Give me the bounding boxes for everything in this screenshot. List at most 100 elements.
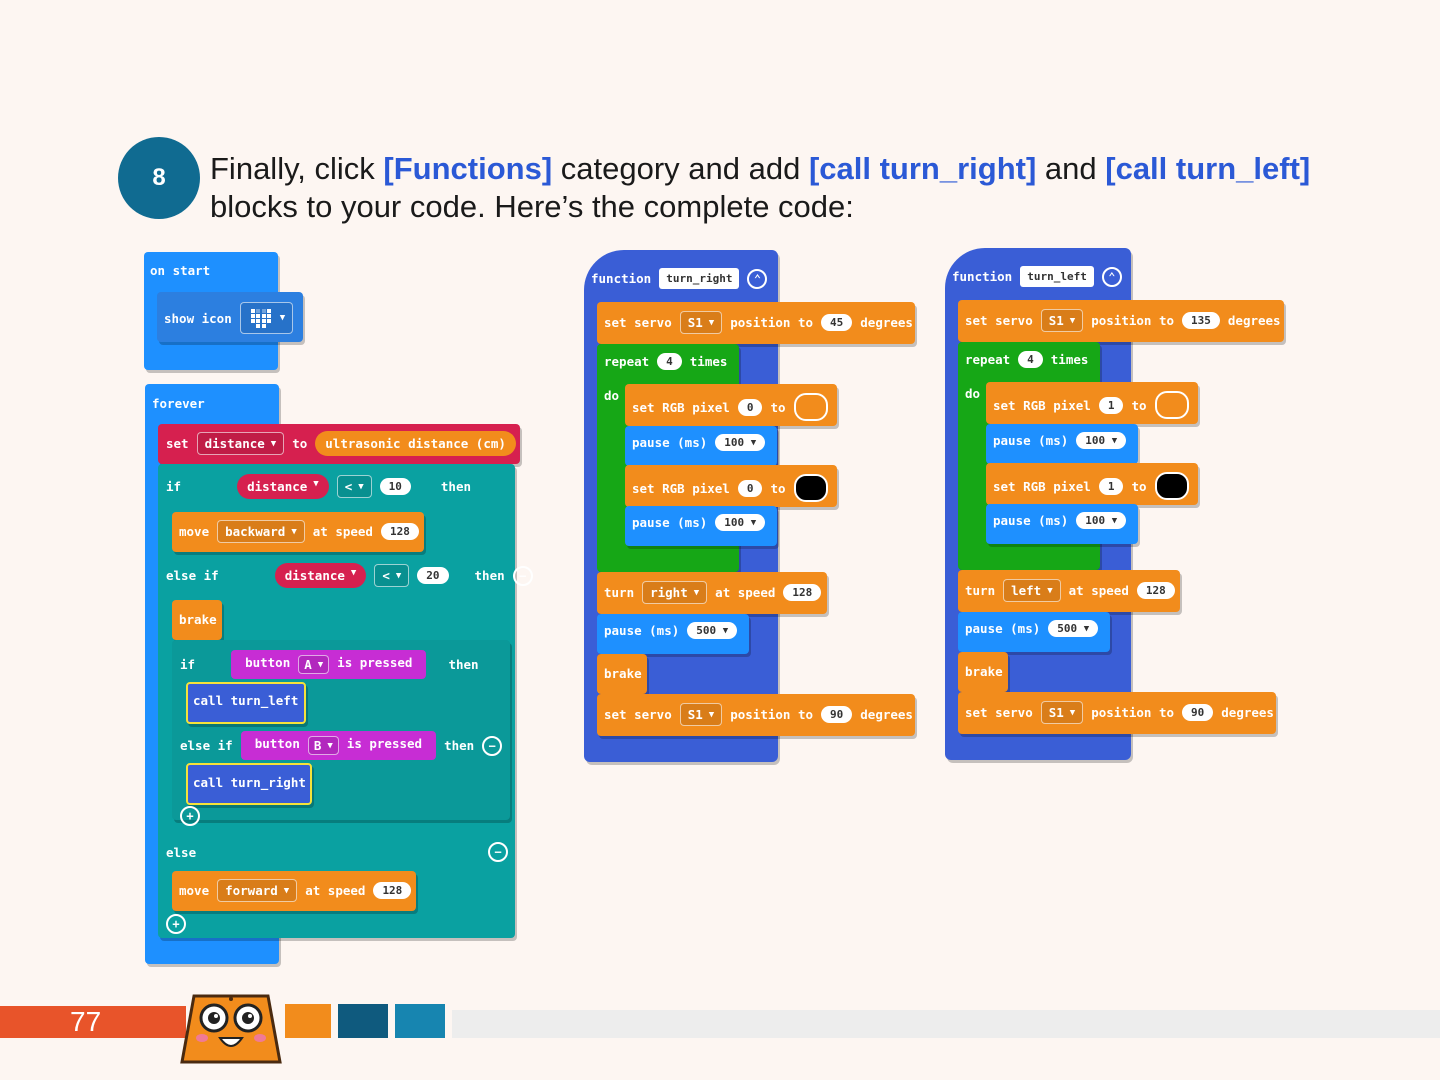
pause-dropdown[interactable]: 100 ▼: [1076, 512, 1127, 529]
move-label: move: [179, 883, 210, 898]
color-swatch-orange[interactable]: [793, 393, 828, 421]
direction-dropdown[interactable]: right ▼: [642, 581, 708, 604]
if-label: if: [180, 657, 196, 672]
chevron-down-icon: ▼: [1069, 315, 1076, 326]
then-label: then: [444, 738, 475, 753]
chevron-down-icon: ▼: [1111, 515, 1118, 526]
collapse-icon[interactable]: ⌃: [747, 268, 768, 289]
else-label: else: [166, 844, 197, 860]
robot-mascot-icon: [180, 994, 282, 1064]
instruction-part: category and add: [552, 151, 809, 186]
pixel-index[interactable]: 1: [1098, 396, 1124, 414]
chevron-down-icon: ▼: [708, 709, 715, 720]
to-label: to: [292, 436, 308, 451]
operator-dropdown[interactable]: < ▼: [374, 564, 410, 587]
position-value[interactable]: 90: [821, 706, 853, 723]
call-turn-left-label: call turn_left: [193, 693, 299, 708]
servo-dropdown[interactable]: S1 ▼: [679, 703, 723, 726]
instruction-part: Finally, click: [210, 151, 384, 186]
show-icon-label: show icon: [164, 310, 232, 326]
plus-icon[interactable]: +: [180, 806, 200, 826]
else-if-label: else if: [180, 738, 233, 753]
operator-dropdown[interactable]: < ▼: [336, 475, 372, 498]
chevron-down-icon: ▼: [1047, 585, 1053, 596]
chevron-down-icon: ▼: [279, 313, 286, 323]
function-name-field[interactable]: turn_left: [1020, 266, 1094, 287]
servo-dropdown[interactable]: S1 ▼: [1040, 309, 1084, 332]
threshold-20[interactable]: 20: [417, 567, 449, 584]
chevron-down-icon: ▼: [722, 625, 729, 636]
function-label: function: [591, 271, 652, 286]
pixel-index[interactable]: 0: [737, 479, 763, 497]
position-value[interactable]: 135: [1182, 312, 1220, 329]
color-swatch-black[interactable]: [793, 474, 828, 502]
chevron-down-icon: ▼: [1069, 707, 1076, 718]
minus-icon[interactable]: −: [512, 565, 533, 586]
button-a-pressed[interactable]: button A ▼ is pressed: [231, 650, 427, 679]
direction-dropdown[interactable]: backward ▼: [217, 520, 305, 543]
plus-icon[interactable]: +: [166, 914, 186, 934]
distance-variable[interactable]: distance ▼: [237, 474, 329, 499]
position-value[interactable]: 90: [1182, 704, 1214, 721]
then-label: then: [448, 657, 479, 672]
chevron-down-icon: ▼: [350, 568, 357, 578]
heart-icon: [250, 309, 271, 328]
pause-dropdown[interactable]: 500 ▼: [687, 622, 738, 639]
direction-dropdown[interactable]: left ▼: [1003, 579, 1061, 602]
speed-value[interactable]: 128: [373, 882, 412, 899]
at-speed-label: at speed: [312, 524, 373, 539]
threshold-10[interactable]: 10: [379, 478, 411, 495]
brake-label: brake: [965, 664, 1003, 679]
function-name-field[interactable]: turn_right: [659, 268, 740, 289]
speed-value[interactable]: 128: [783, 584, 822, 601]
distance-variable[interactable]: distance ▼: [274, 563, 367, 588]
pixel-index[interactable]: 1: [1098, 477, 1124, 495]
pause-dropdown[interactable]: 500 ▼: [1048, 620, 1099, 637]
icon-dropdown[interactable]: ▼: [239, 302, 294, 334]
chevron-down-icon: ▼: [750, 517, 757, 528]
servo-dropdown[interactable]: S1 ▼: [1040, 701, 1084, 724]
footer-orange-square: [285, 1004, 331, 1038]
step-number-badge: 8: [118, 137, 200, 219]
pause-dropdown[interactable]: 100 ▼: [1076, 432, 1127, 449]
ultrasonic-sensor-block[interactable]: ultrasonic distance (cm): [315, 431, 516, 456]
position-value[interactable]: 45: [821, 314, 853, 331]
pixel-index[interactable]: 0: [737, 398, 763, 416]
if-label: if: [166, 479, 182, 494]
footer-blue-square: [395, 1004, 445, 1038]
instruction-text: Finally, click [Functions] category and …: [210, 150, 1390, 226]
chevron-down-icon: ▼: [750, 437, 757, 448]
speed-value[interactable]: 128: [380, 523, 419, 540]
call-turn-right-label: call turn_right: [193, 775, 306, 790]
chevron-down-icon: ▼: [291, 526, 297, 537]
pause-dropdown[interactable]: 100 ▼: [715, 514, 766, 531]
instruction-part: and: [1036, 151, 1106, 186]
color-swatch-orange[interactable]: [1154, 391, 1189, 419]
then-label: then: [440, 479, 472, 494]
color-swatch-black[interactable]: [1154, 472, 1189, 500]
chevron-down-icon: ▼: [358, 481, 364, 492]
repeat-count[interactable]: 4: [1018, 351, 1043, 368]
speed-value[interactable]: 128: [1136, 582, 1175, 599]
minus-icon[interactable]: −: [488, 842, 508, 862]
servo-dropdown[interactable]: S1 ▼: [679, 311, 723, 334]
variable-dropdown[interactable]: distance ▼: [196, 432, 285, 455]
chevron-down-icon: ▼: [317, 659, 324, 670]
page-number: 77: [70, 1006, 102, 1037]
then-label: then: [474, 568, 505, 583]
brake-label: brake: [604, 666, 642, 681]
direction-dropdown[interactable]: forward ▼: [217, 879, 298, 902]
at-speed-label: at speed: [305, 883, 366, 898]
do-label: do: [965, 386, 981, 401]
repeat-count[interactable]: 4: [657, 353, 682, 370]
call-right-highlight: [call turn_right]: [808, 151, 1037, 186]
pause-dropdown[interactable]: 100 ▼: [715, 434, 766, 451]
minus-icon[interactable]: −: [482, 735, 503, 756]
function-label: function: [952, 269, 1013, 284]
chevron-down-icon: ▼: [1083, 623, 1090, 634]
button-b-pressed[interactable]: button B ▼ is pressed: [240, 731, 437, 760]
call-left-highlight: [call turn_left]: [1105, 151, 1311, 186]
collapse-icon[interactable]: ⌃: [1101, 266, 1122, 287]
chevron-down-icon: ▼: [327, 740, 333, 751]
chevron-down-icon: ▼: [708, 317, 715, 328]
